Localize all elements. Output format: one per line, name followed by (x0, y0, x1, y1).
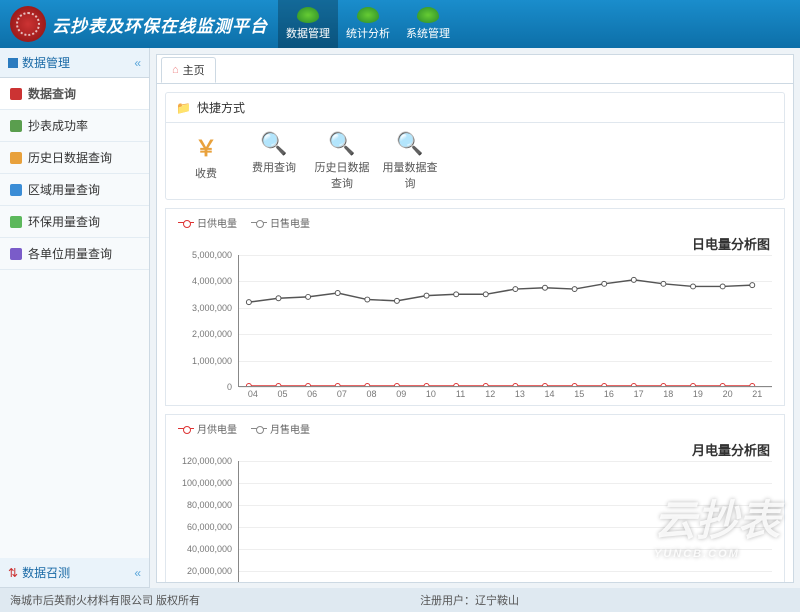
sidebar-item-label: 环保用量查询 (28, 213, 100, 230)
x-tick: 11 (446, 389, 476, 405)
main: ⌂ 主页 📁 快捷方式 ￥ 收费 🔍 费用查询 🔍 历史日数据查询 🔍 用量数据查询 日供电量… (150, 48, 800, 588)
chart-1: 月供电量月售电量月电量分析图020,000,00040,000,00060,00… (165, 414, 785, 583)
topnav-label: 统计分析 (346, 25, 390, 41)
marker-icon (178, 425, 194, 433)
sidebar-item[interactable]: 各单位用量查询 (0, 238, 149, 270)
quick-item[interactable]: ￥ 收费 (176, 131, 236, 191)
signal-icon: ⇅ (8, 566, 18, 580)
chart-area: 020,000,00040,000,00060,000,00080,000,00… (174, 461, 776, 583)
marker-icon (178, 219, 194, 227)
quick-row: ￥ 收费 🔍 费用查询 🔍 历史日数据查询 🔍 用量数据查询 (166, 123, 784, 199)
footer-left: 海城市后英耐火材料有限公司 版权所有 (10, 592, 200, 608)
ico-clock (10, 152, 22, 164)
app-title: 云抄表及环保在线监测平台 (52, 12, 268, 37)
topnav-item[interactable]: 统计分析 (338, 0, 398, 48)
sidebar-footer[interactable]: ⇅ 数据召测 « (0, 558, 149, 588)
topnav-label: 数据管理 (286, 25, 330, 41)
sidebar-item-label: 历史日数据查询 (28, 149, 112, 166)
x-tick: 07 (327, 389, 357, 405)
quick-icon: 🔍 (312, 131, 372, 157)
chart-title: 月电量分析图 (174, 438, 776, 461)
chart-0: 日供电量日售电量日电量分析图01,000,0002,000,0003,000,0… (165, 208, 785, 406)
quick-panel: 📁 快捷方式 ￥ 收费 🔍 费用查询 🔍 历史日数据查询 🔍 用量数据查询 (165, 92, 785, 200)
sidebar-item[interactable]: 数据查询 (0, 78, 149, 110)
sidebar-header[interactable]: 数据管理 « (0, 48, 149, 78)
x-tick: 09 (386, 389, 416, 405)
quick-label: 历史日数据查询 (315, 162, 370, 190)
leaf-icon (417, 7, 439, 23)
x-tick: 15 (564, 389, 594, 405)
footer-right: 注册用户：辽宁鞍山 (420, 592, 519, 608)
collapse-icon[interactable]: « (134, 566, 141, 580)
sidebar-item-label: 区域用量查询 (28, 181, 100, 198)
folder-icon: 📁 (176, 101, 191, 115)
tab-home[interactable]: ⌂ 主页 (161, 57, 216, 83)
x-tick: 20 (713, 389, 743, 405)
quick-label: 收费 (195, 168, 217, 180)
topnav: 数据管理统计分析系统管理 (278, 0, 458, 48)
tabbar: ⌂ 主页 (156, 54, 794, 83)
leaf-icon (357, 7, 379, 23)
x-tick: 05 (268, 389, 298, 405)
x-tick: 16 (594, 389, 624, 405)
x-tick: 10 (416, 389, 446, 405)
quick-item[interactable]: 🔍 费用查询 (244, 131, 304, 191)
logo-area: 云抄表及环保在线监测平台 (0, 6, 278, 42)
ico-list (10, 248, 22, 260)
leaf-icon (297, 7, 319, 23)
sidebar: 数据管理 « 数据查询抄表成功率历史日数据查询区域用量查询环保用量查询各单位用量… (0, 48, 150, 588)
chart-title: 日电量分析图 (174, 232, 776, 255)
topbar: 云抄表及环保在线监测平台 数据管理统计分析系统管理 (0, 0, 800, 48)
x-tick: 04 (238, 389, 268, 405)
logo-emblem (10, 6, 46, 42)
chart-legend: 日供电量日售电量 (174, 213, 776, 232)
collapse-icon[interactable]: « (134, 56, 141, 70)
topnav-item[interactable]: 系统管理 (398, 0, 458, 48)
chart-area: 01,000,0002,000,0003,000,0004,000,0005,0… (174, 255, 776, 405)
ico-leaf (10, 216, 22, 228)
sidebar-item-label: 数据查询 (28, 85, 76, 102)
quick-item[interactable]: 🔍 历史日数据查询 (312, 131, 372, 191)
sidebar-item[interactable]: 环保用量查询 (0, 206, 149, 238)
quick-label: 费用查询 (252, 162, 296, 174)
x-tick: 06 (297, 389, 327, 405)
sidebar-item-label: 各单位用量查询 (28, 245, 112, 262)
quick-icon: 🔍 (380, 131, 440, 157)
sidebar-item[interactable]: 区域用量查询 (0, 174, 149, 206)
footer: 海城市后英耐火材料有限公司 版权所有 注册用户：辽宁鞍山 (0, 588, 800, 612)
x-tick: 14 (535, 389, 565, 405)
ico-search (10, 88, 22, 100)
sidebar-item[interactable]: 抄表成功率 (0, 110, 149, 142)
sidebar-item[interactable]: 历史日数据查询 (0, 142, 149, 174)
sidebar-header-label: 数据管理 (22, 54, 70, 71)
home-icon: ⌂ (172, 64, 179, 76)
x-tick: 18 (653, 389, 683, 405)
x-tick: 13 (505, 389, 535, 405)
quick-label: 用量数据查询 (383, 162, 438, 190)
quick-panel-head: 📁 快捷方式 (166, 93, 784, 123)
sidebar-footer-label: 数据召测 (22, 564, 70, 581)
quick-icon: ￥ (176, 131, 236, 163)
tab-label: 主页 (183, 62, 205, 78)
quick-title: 快捷方式 (197, 99, 245, 116)
db-icon (8, 58, 18, 68)
quick-icon: 🔍 (244, 131, 304, 157)
quick-item[interactable]: 🔍 用量数据查询 (380, 131, 440, 191)
topnav-label: 系统管理 (406, 25, 450, 41)
x-tick: 17 (624, 389, 654, 405)
sidebar-item-label: 抄表成功率 (28, 117, 88, 134)
marker-icon (251, 219, 267, 227)
ico-check (10, 120, 22, 132)
chart-legend: 月供电量月售电量 (174, 419, 776, 438)
x-tick: 19 (683, 389, 713, 405)
x-tick: 12 (475, 389, 505, 405)
x-tick: 08 (357, 389, 387, 405)
topnav-item[interactable]: 数据管理 (278, 0, 338, 48)
ico-globe (10, 184, 22, 196)
x-tick: 21 (742, 389, 772, 405)
content: 📁 快捷方式 ￥ 收费 🔍 费用查询 🔍 历史日数据查询 🔍 用量数据查询 日供电量日售电量日… (156, 83, 794, 583)
marker-icon (251, 425, 267, 433)
